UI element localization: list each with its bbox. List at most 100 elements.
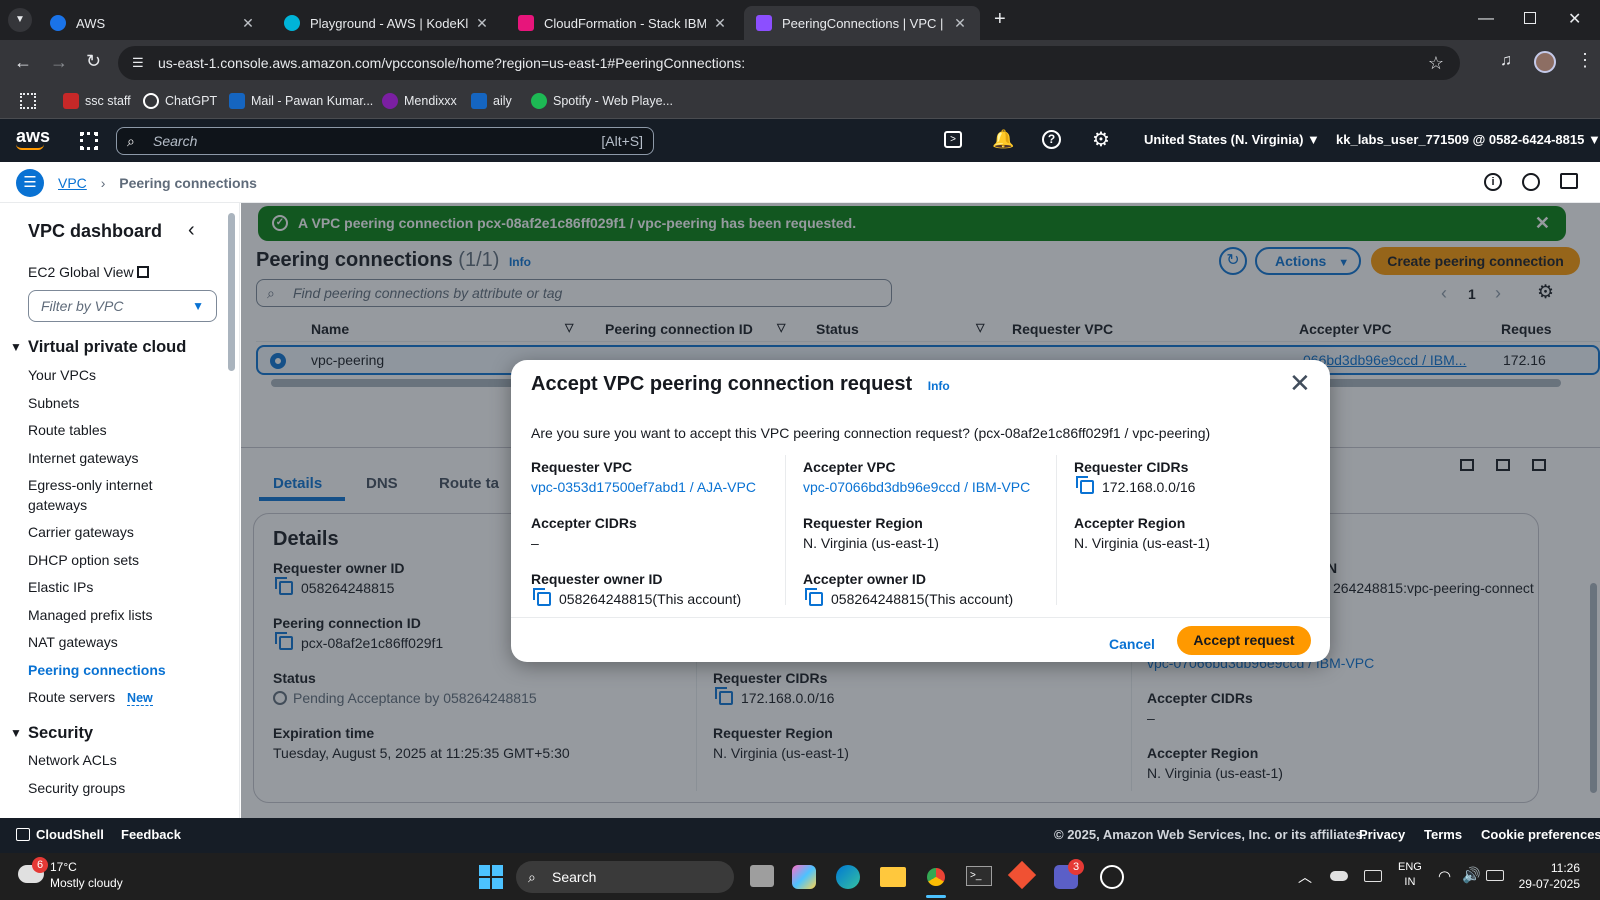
reload-icon[interactable]: ↻: [86, 51, 101, 72]
sidebar-item-egress-only-line2[interactable]: gateways: [28, 497, 87, 513]
url-bar[interactable]: ☰ us-east-1.console.aws.amazon.com/vpcco…: [118, 46, 1460, 80]
account-menu[interactable]: kk_labs_user_771509 @ 0582-6424-8815 ▼: [1336, 132, 1600, 147]
caret-down-icon[interactable]: ▼: [10, 340, 22, 354]
accept-request-button[interactable]: Accept request: [1177, 626, 1311, 655]
maximize-icon[interactable]: [1524, 12, 1536, 24]
bookmark-mendixxx[interactable]: Mendixxx: [382, 93, 457, 109]
tray-chevron-up-icon[interactable]: ︿: [1298, 867, 1312, 887]
windows-start-icon[interactable]: [479, 865, 503, 889]
copy-icon[interactable]: [805, 588, 823, 606]
close-icon[interactable]: ✕: [474, 15, 490, 32]
bookmark-mail[interactable]: Mail - Pawan Kumar...: [229, 93, 373, 109]
language-indicator[interactable]: ENG IN: [1398, 860, 1422, 890]
info-link[interactable]: Info: [928, 379, 950, 393]
wifi-icon[interactable]: ◠: [1438, 867, 1451, 885]
sidebar-section-security[interactable]: Security: [28, 724, 93, 743]
sidebar-item-security-groups[interactable]: Security groups: [28, 780, 125, 796]
info-circle-icon[interactable]: i: [1484, 173, 1502, 191]
taskbar-search[interactable]: ⌕ Search: [516, 861, 734, 893]
browser-tab-kodekloud[interactable]: Playground - AWS | KodeKloud ✕: [272, 6, 502, 40]
cancel-button[interactable]: Cancel: [1099, 632, 1165, 656]
weather-widget[interactable]: 6 17°C Mostly cloudy: [18, 857, 158, 895]
hamburger-menu-icon[interactable]: ☰: [16, 169, 44, 197]
sidebar-item-route-servers[interactable]: Route servers New: [28, 689, 153, 706]
forward-icon[interactable]: →: [50, 52, 68, 73]
close-icon[interactable]: ✕: [952, 15, 968, 32]
chatgpt-app-icon[interactable]: [1100, 865, 1124, 889]
feedback-link[interactable]: Feedback: [121, 827, 181, 842]
bookmark-chatgpt[interactable]: ChatGPT: [143, 93, 217, 109]
tab-search-button[interactable]: ▼: [8, 8, 32, 32]
back-icon[interactable]: ←: [14, 52, 32, 73]
volume-icon[interactable]: 🔊: [1462, 866, 1481, 884]
browser-tab-aws[interactable]: AWS ✕: [38, 6, 268, 40]
site-info-icon[interactable]: ☰: [132, 46, 144, 80]
cloudshell-link[interactable]: CloudShell: [16, 827, 104, 842]
file-explorer-icon[interactable]: [880, 867, 906, 887]
window-close-icon[interactable]: ✕: [1568, 9, 1581, 29]
sidebar-item-subnets[interactable]: Subnets: [28, 395, 79, 411]
help-icon[interactable]: ?: [1042, 130, 1061, 149]
collapse-sidebar-icon[interactable]: ‹: [188, 219, 195, 242]
clock[interactable]: 11:26 29-07-2025: [1518, 860, 1580, 892]
cookie-preferences-link[interactable]: Cookie preferences: [1481, 827, 1600, 842]
minimize-icon[interactable]: —: [1478, 10, 1494, 28]
modal-close-icon[interactable]: ✕: [1289, 368, 1311, 399]
sidebar-title[interactable]: VPC dashboard: [28, 221, 162, 242]
requester-vpc-link[interactable]: vpc-0353d17500ef7abd1 / AJA-VPC: [531, 479, 756, 495]
panel-icon[interactable]: [1560, 173, 1578, 189]
sidebar-item-internet-gateways[interactable]: Internet gateways: [28, 450, 139, 466]
sidebar-section-vpc[interactable]: Virtual private cloud: [28, 338, 186, 357]
close-icon[interactable]: ✕: [240, 15, 256, 32]
region-selector[interactable]: United States (N. Virginia) ▼: [1144, 132, 1320, 147]
aws-search-input[interactable]: ⌕ Search [Alt+S]: [116, 127, 654, 155]
browser-tab-cloudformation[interactable]: CloudFormation - Stack IBM-VP ✕: [506, 6, 740, 40]
media-icon[interactable]: ♫: [1500, 52, 1512, 70]
sidebar-item-nat-gateways[interactable]: NAT gateways: [28, 634, 118, 650]
apps-grid-icon[interactable]: [20, 93, 36, 109]
sidebar-item-carrier-gateways[interactable]: Carrier gateways: [28, 524, 134, 540]
task-view-icon[interactable]: [750, 865, 774, 887]
bookmark-star-icon[interactable]: ☆: [1428, 46, 1444, 80]
terminal-icon[interactable]: >_: [966, 866, 992, 886]
sidebar-item-ec2-global-view[interactable]: EC2 Global View: [28, 264, 150, 280]
new-tab-button[interactable]: +: [994, 8, 1006, 31]
settings-gear-icon[interactable]: ⚙: [1092, 127, 1110, 152]
sidebar-item-dhcp-option-sets[interactable]: DHCP option sets: [28, 552, 139, 568]
aws-logo[interactable]: aws: [16, 126, 50, 150]
breadcrumb-vpc-link[interactable]: VPC: [58, 175, 87, 191]
services-grid-icon[interactable]: [80, 132, 98, 150]
chrome-icon[interactable]: [924, 865, 948, 889]
privacy-link[interactable]: Privacy: [1359, 827, 1405, 842]
bookmark-ssc-staff[interactable]: ssc staff: [63, 93, 131, 109]
feedback-icon[interactable]: [1522, 173, 1540, 191]
copy-icon[interactable]: [1076, 476, 1094, 494]
browser-tab-peering[interactable]: PeeringConnections | VPC | us-e ✕: [744, 6, 980, 40]
battery-icon[interactable]: [1486, 870, 1504, 881]
sidebar-item-elastic-ips[interactable]: Elastic IPs: [28, 579, 93, 595]
keyboard-icon[interactable]: [1364, 870, 1382, 882]
sidebar-item-network-acls[interactable]: Network ACLs: [28, 752, 117, 768]
sidebar-item-peering-connections[interactable]: Peering connections: [28, 662, 166, 678]
bookmark-aily[interactable]: aily: [471, 93, 512, 109]
onedrive-icon[interactable]: [1330, 871, 1348, 881]
git-icon[interactable]: [1007, 860, 1037, 890]
copy-icon[interactable]: [533, 588, 551, 606]
bookmark-spotify[interactable]: Spotify - Web Playe...: [531, 93, 673, 109]
cloudshell-icon[interactable]: >: [944, 131, 962, 148]
vpc-filter-select[interactable]: Filter by VPC ▼: [28, 290, 217, 322]
sidebar-item-your-vpcs[interactable]: Your VPCs: [28, 367, 96, 383]
sidebar-scrollbar[interactable]: [228, 213, 235, 371]
terms-link[interactable]: Terms: [1424, 827, 1462, 842]
sidebar-item-route-tables[interactable]: Route tables: [28, 422, 107, 438]
close-icon[interactable]: ✕: [712, 15, 728, 32]
sidebar-item-egress-only[interactable]: Egress-only internet: [28, 477, 153, 493]
copilot-icon[interactable]: [792, 865, 816, 889]
accepter-vpc-link[interactable]: vpc-07066bd3db96e9ccd / IBM-VPC: [803, 479, 1030, 495]
menu-icon[interactable]: ⋮: [1576, 50, 1594, 71]
sidebar-item-managed-prefix-lists[interactable]: Managed prefix lists: [28, 607, 153, 623]
edge-icon[interactable]: [836, 865, 860, 889]
notifications-icon[interactable]: 🔔: [992, 129, 1014, 150]
profile-avatar[interactable]: [1534, 51, 1556, 73]
caret-down-icon[interactable]: ▼: [10, 726, 22, 740]
